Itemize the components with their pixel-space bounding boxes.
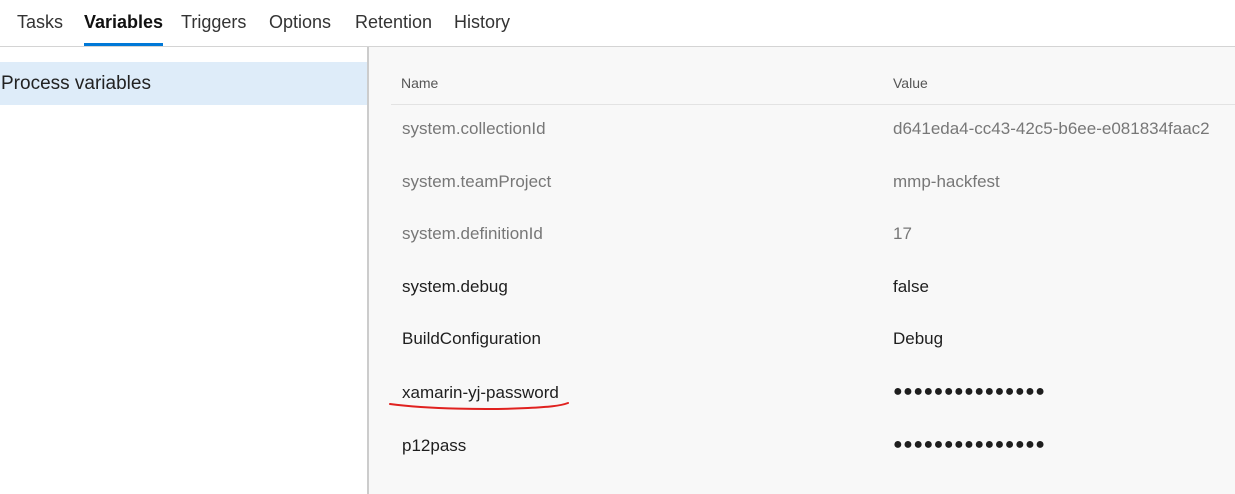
- table-row[interactable]: system.debug false: [391, 263, 1235, 315]
- tab-history[interactable]: History: [454, 0, 510, 46]
- tab-triggers[interactable]: Triggers: [181, 0, 246, 46]
- variable-name: system.definitionId: [402, 224, 543, 243]
- variable-name: xamarin-yj-password: [402, 383, 559, 402]
- secret-value-mask: ●●●●●●●●●●●●●●●: [893, 383, 1046, 400]
- variable-name: system.debug: [402, 277, 508, 296]
- tab-tasks-label: Tasks: [17, 12, 64, 32]
- tab-history-label: History: [454, 12, 511, 32]
- variable-value: Debug: [893, 329, 944, 348]
- definition-tab-bar: Tasks Variables Triggers Options Retenti…: [0, 0, 1235, 47]
- sidebar-item-label: Process variables: [1, 73, 151, 94]
- table-row[interactable]: system.teamProject mmp-hackfest: [391, 158, 1235, 210]
- build-definition-variables-page: Tasks Variables Triggers Options Retenti…: [0, 0, 1235, 494]
- tab-variables[interactable]: Variables: [84, 0, 164, 46]
- tab-tasks[interactable]: Tasks: [17, 0, 63, 46]
- table-row[interactable]: system.collectionId d641eda4-cc43-42c5-b…: [391, 105, 1235, 157]
- column-header-name: Name: [401, 75, 439, 91]
- variable-name: system.collectionId: [402, 119, 546, 138]
- variables-sidebar: Process variables: [0, 47, 367, 494]
- variable-name: system.teamProject: [402, 172, 552, 191]
- table-row[interactable]: system.definitionId 17: [391, 210, 1235, 262]
- table-row[interactable]: p12pass ●●●●●●●●●●●●●●●: [391, 422, 1235, 474]
- column-header-value: Value: [893, 75, 928, 91]
- active-tab-indicator: [84, 43, 164, 46]
- tab-options-label: Options: [269, 12, 332, 32]
- tab-retention-label: Retention: [355, 12, 433, 32]
- tab-variables-label: Variables: [84, 12, 164, 32]
- tab-triggers-label: Triggers: [181, 12, 247, 32]
- variables-grid-pane: Name Value system.collectionId d641eda4-…: [369, 47, 1235, 494]
- grid-header: Name Value: [391, 67, 1235, 105]
- variable-value: 17: [893, 224, 912, 243]
- tab-options[interactable]: Options: [269, 0, 331, 46]
- table-row[interactable]: BuildConfiguration Debug: [391, 315, 1235, 367]
- sidebar-item-process-variables[interactable]: Process variables: [0, 62, 367, 105]
- secret-value-mask: ●●●●●●●●●●●●●●●: [893, 436, 1046, 453]
- variable-value: mmp-hackfest: [893, 172, 1000, 191]
- variable-name: BuildConfiguration: [402, 329, 541, 348]
- variable-value: d641eda4-cc43-42c5-b6ee-e081834faac2: [893, 119, 1210, 138]
- variable-name: p12pass: [402, 436, 467, 455]
- variable-value: false: [893, 277, 929, 296]
- tab-retention[interactable]: Retention: [355, 0, 432, 46]
- table-row[interactable]: xamarin-yj-password ●●●●●●●●●●●●●●●: [391, 369, 1235, 421]
